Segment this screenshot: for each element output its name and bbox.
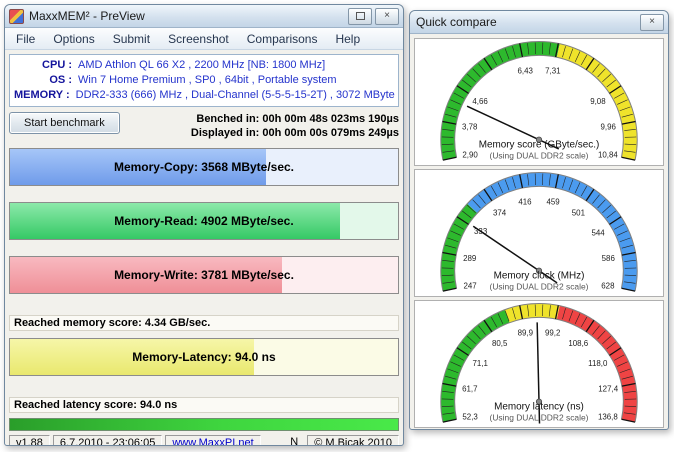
version-text: v1.88 — [9, 435, 50, 446]
compare-close-icon: × — [649, 17, 655, 27]
gauge-scale-label: 127,4 — [598, 385, 618, 394]
gauge-dial: 52,3 61,7 71,1 80,5 89,9 99,2 108,6 118,0 127,4 1… — [415, 301, 663, 427]
gauge-scale-label: 289 — [463, 254, 477, 263]
displayed-in-text: Displayed in: 00h 00m 00s 079ms 249µs — [191, 126, 399, 140]
memory-copy-label: Memory-Copy: 3568 MByte/sec. — [114, 160, 294, 174]
gauge-title: Memory latency (ns) — [494, 402, 584, 413]
datetime-text: 6.7.2010 - 23:06:05 — [53, 435, 162, 446]
menu-item-options[interactable]: Options — [45, 30, 102, 48]
compare-window-title: Quick compare — [416, 15, 637, 29]
quick-compare-window: Quick compare × 2,90 3,78 4,66 6,43 7,31 9,08… — [409, 10, 669, 430]
menu-item-submit[interactable]: Submit — [105, 30, 158, 48]
app-icon — [9, 9, 24, 24]
gauge-scale-label: 628 — [601, 281, 615, 290]
gauge-scale-label: 71,1 — [472, 359, 488, 368]
close-button[interactable]: × — [375, 8, 399, 25]
benched-in-text: Benched in: 00h 00m 48s 023ms 190µs — [191, 112, 399, 126]
info-row-cpu: CPU : AMD Athlon QL 66 X2 , 2200 MHz [NB… — [14, 58, 394, 73]
gauge-scale-label: 118,0 — [588, 359, 608, 368]
gauge-title: Memory score (GByte/sec.) — [479, 140, 600, 151]
cpu-label: CPU : — [14, 58, 72, 73]
gauge-scale-label: 6,43 — [517, 67, 533, 76]
gauge-subtitle: (Using DUAL DDR2 scale) — [490, 151, 589, 161]
gauge-scale-label: 7,31 — [545, 67, 561, 76]
minimize-button[interactable] — [348, 8, 372, 25]
memory-latency-bar: Memory-Latency: 94.0 ns — [9, 338, 399, 376]
gauge-scale-label: 80,5 — [492, 339, 508, 348]
menu-item-screenshot[interactable]: Screenshot — [160, 30, 237, 48]
gauge-scale-label: 89,9 — [518, 329, 534, 338]
overall-progress-bar — [9, 418, 399, 431]
menu-item-file[interactable]: File — [8, 30, 43, 48]
menu-item-comparisons[interactable]: Comparisons — [239, 30, 326, 48]
gauge-panel-memory-latency: 52,3 61,7 71,1 80,5 89,9 99,2 108,6 118,0 127,4 1… — [414, 300, 664, 428]
menu-item-help[interactable]: Help — [327, 30, 368, 48]
os-label: OS : — [14, 73, 72, 88]
gauge-scale-label: 9,08 — [590, 97, 606, 106]
gauge-scale-label: 374 — [493, 208, 507, 217]
gauge-scale-label: 416 — [518, 198, 532, 207]
os-value: Win 7 Home Premium , SP0 , 64bit , Porta… — [78, 73, 337, 88]
gauge-scale-label: 99,2 — [545, 329, 560, 338]
memory-read-bar: Memory-Read: 4902 MByte/sec. — [9, 202, 399, 240]
menubar: File Options Submit Screenshot Compariso… — [5, 28, 403, 50]
gauge-scale-label: 52,3 — [462, 412, 478, 421]
desktop: MaxxMEM² - PreView × File Options Submit… — [0, 0, 674, 452]
gauge-subtitle: (Using DUAL DDR2 scale) — [490, 282, 589, 292]
benchmark-times: Benched in: 00h 00m 48s 023ms 190µs Disp… — [191, 112, 399, 140]
compare-close-button[interactable]: × — [640, 14, 664, 31]
main-titlebar[interactable]: MaxxMEM² - PreView × — [5, 5, 403, 28]
gauge-scale-label: 2,90 — [462, 150, 478, 159]
gauge-title: Memory clock (MHz) — [494, 271, 585, 282]
gauge-scale-label: 10,84 — [598, 150, 618, 159]
gauge-scale-label: 3,78 — [462, 123, 478, 132]
info-row-os: OS : Win 7 Home Premium , SP0 , 64bit , … — [14, 73, 394, 88]
memory-write-bar: Memory-Write: 3781 MByte/sec. — [9, 256, 399, 294]
memory-latency-label: Memory-Latency: 94.0 ns — [132, 350, 275, 364]
close-icon: × — [384, 11, 390, 21]
gauge-scale-label: 61,7 — [462, 385, 477, 394]
memory-label: MEMORY : — [14, 88, 70, 103]
info-row-memory: MEMORY : DDR2-333 (666) MHz , Dual-Chann… — [14, 88, 394, 103]
status-letter: N — [284, 435, 304, 446]
gauge-scale-label: 501 — [572, 208, 586, 217]
gauge-scale-label: 586 — [602, 254, 616, 263]
minimize-icon — [356, 12, 365, 20]
gauge-scale-label: 9,96 — [601, 123, 617, 132]
benchmark-row: Start benchmark Benched in: 00h 00m 48s … — [9, 112, 399, 140]
gauge-scale-label: 4,66 — [472, 97, 488, 106]
main-window: MaxxMEM² - PreView × File Options Submit… — [4, 4, 404, 446]
gauge-dial: 247289333374416459501544586628Memory clo… — [415, 170, 663, 296]
reached-latency-score-text: Reached latency score: 94.0 ns — [9, 397, 399, 413]
gauge-scale-label: 247 — [463, 281, 476, 290]
memory-read-label: Memory-Read: 4902 MByte/sec. — [114, 214, 293, 228]
reached-memory-score-text: Reached memory score: 4.34 GB/sec. — [9, 315, 399, 331]
status-bar: v1.88 6.7.2010 - 23:06:05 www.MaxxPI.net… — [9, 435, 399, 446]
memory-write-label: Memory-Write: 3781 MByte/sec. — [114, 268, 294, 282]
compare-titlebar[interactable]: Quick compare × — [410, 11, 668, 34]
gauge-scale-label: 459 — [546, 198, 560, 207]
gauge-panel-memory-clock: 247289333374416459501544586628Memory clo… — [414, 169, 664, 297]
gauge-scale-label: 136,8 — [598, 412, 618, 421]
main-window-title: MaxxMEM² - PreView — [29, 9, 345, 23]
copyright-text: © M.Bicak 2010 — [307, 435, 399, 446]
status-spacer — [264, 435, 282, 446]
memory-value: DDR2-333 (666) MHz , Dual-Channel (5-5-5… — [76, 88, 395, 103]
compare-body: 2,903,784,666,437,319,089,9610,84Memory … — [410, 34, 668, 430]
gauge-scale-label: 544 — [591, 228, 605, 237]
gauge-scale-label: 108,6 — [568, 339, 588, 348]
start-benchmark-button[interactable]: Start benchmark — [9, 112, 120, 134]
maxxpi-link[interactable]: www.MaxxPI.net — [172, 437, 253, 446]
cpu-value: AMD Athlon QL 66 X2 , 2200 MHz [NB: 1800… — [78, 58, 325, 73]
memory-copy-bar: Memory-Copy: 3568 MByte/sec. — [9, 148, 399, 186]
gauge-dial: 2,90 3,78 4,66 6,43 7,31 9,08 9,96 10,84Memory … — [415, 39, 663, 165]
system-info-panel: CPU : AMD Athlon QL 66 X2 , 2200 MHz [NB… — [9, 54, 399, 107]
gauge-subtitle: (Using DUAL DDR2 scale) — [490, 413, 589, 423]
gauge-panel-memory-score: 2,90 3,78 4,66 6,43 7,31 9,08 9,96 10,84Memory … — [414, 38, 664, 166]
